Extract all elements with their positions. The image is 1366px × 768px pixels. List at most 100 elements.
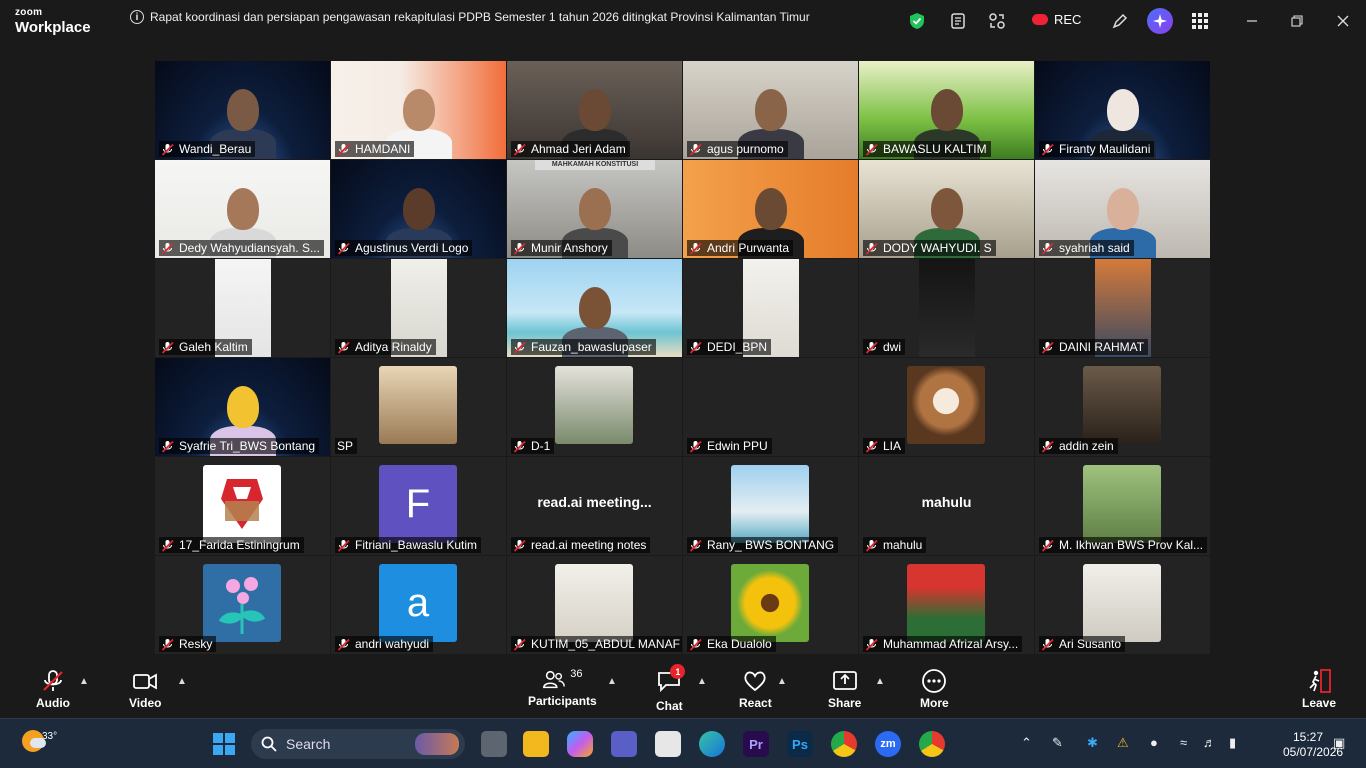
info-icon[interactable]: i <box>130 10 144 24</box>
weather-widget[interactable]: 33° <box>22 730 57 752</box>
participant-tile[interactable]: Wandi_Berau <box>155 61 330 159</box>
chat-options-caret[interactable]: ▲ <box>697 676 707 687</box>
participants-button[interactable]: 36 Participants <box>528 668 597 708</box>
participant-tile[interactable]: Edwin PPU <box>683 358 858 456</box>
minimize-icon[interactable] <box>1241 10 1263 32</box>
chrome-profile-icon[interactable] <box>919 731 945 757</box>
chrome-icon[interactable] <box>831 731 857 757</box>
participant-name: DAINI RAHMAT <box>1059 340 1145 354</box>
video-options-caret[interactable]: ▲ <box>177 676 187 687</box>
participant-tile[interactable]: Andri Purwanta <box>683 160 858 258</box>
participant-tile[interactable]: M. Ikhwan BWS Prov Kal... <box>1035 457 1210 555</box>
participant-tile[interactable]: Syafrie Tri_BWS Bontang <box>155 358 330 456</box>
react-button[interactable]: React <box>739 668 772 710</box>
brand-line2: Workplace <box>15 19 91 36</box>
input-indicator-icon[interactable]: ✎ <box>1052 735 1063 751</box>
ai-companion-icon[interactable] <box>1147 8 1173 34</box>
file-explorer-icon[interactable] <box>523 731 549 757</box>
mic-muted-icon <box>513 341 526 354</box>
participant-tile[interactable]: DODY WAHYUDI. S <box>859 160 1034 258</box>
tray-overflow-chevron-icon[interactable]: ⌃ <box>1021 735 1032 751</box>
meeting-info[interactable]: i Rapat koordinasi dan persiapan pengawa… <box>130 10 810 24</box>
participant-tile[interactable]: Agustinus Verdi Logo <box>331 160 506 258</box>
participant-avatar: F <box>379 465 457 543</box>
participants-options-caret[interactable]: ▲ <box>607 676 617 687</box>
participant-name: 17_Farida Estiningrum <box>179 538 300 552</box>
participant-tile[interactable]: mahulu mahulu <box>859 457 1034 555</box>
chat-button[interactable]: 1 Chat <box>656 664 686 713</box>
participant-tile[interactable]: Eka Dualolo <box>683 556 858 654</box>
leave-button[interactable]: Leave <box>1302 668 1336 710</box>
participant-tile[interactable]: HAMDANI <box>331 61 506 159</box>
participant-tile[interactable]: addin zein <box>1035 358 1210 456</box>
participant-name: andri wahyudi <box>355 637 430 651</box>
participant-tile[interactable]: LIA <box>859 358 1034 456</box>
participant-tile[interactable]: syahriah said <box>1035 160 1210 258</box>
notifications-icon[interactable]: ▣ <box>1333 735 1345 751</box>
photoshop-icon[interactable]: Ps <box>787 731 813 757</box>
participant-tile[interactable]: dwi <box>859 259 1034 357</box>
notes-icon[interactable] <box>947 10 969 32</box>
participant-tile[interactable]: Dedy Wahyudiansyah. S... <box>155 160 330 258</box>
windows-start-icon[interactable] <box>211 731 237 757</box>
participant-tile[interactable]: Ari Susanto <box>1035 556 1210 654</box>
participant-tile[interactable]: Ahmad Jeri Adam <box>507 61 682 159</box>
task-view-icon[interactable] <box>481 731 507 757</box>
participant-tile[interactable]: Rany_ BWS BONTANG <box>683 457 858 555</box>
mic-muted-icon <box>337 539 350 552</box>
apps-grid-icon[interactable] <box>1189 10 1211 32</box>
participant-tile[interactable]: read.ai meeting... read.ai meeting notes <box>507 457 682 555</box>
taskbar-search[interactable]: Search <box>251 729 465 759</box>
recording-indicator[interactable]: REC <box>1032 12 1081 27</box>
restore-icon[interactable] <box>1286 10 1308 32</box>
participant-tile[interactable]: agus purnomo <box>683 61 858 159</box>
more-button[interactable]: More <box>920 668 949 710</box>
participant-tile[interactable]: SP <box>331 358 506 456</box>
participant-tile[interactable]: D-1 <box>507 358 682 456</box>
participant-tile[interactable]: Firanty Maulidani <box>1035 61 1210 159</box>
participant-tile[interactable]: 17_Farida Estiningrum <box>155 457 330 555</box>
participant-tile[interactable]: KUTIM_05_ABDUL MANAF <box>507 556 682 654</box>
participant-tile[interactable]: Galeh Kaltim <box>155 259 330 357</box>
bluetooth-icon[interactable]: ✱ <box>1087 735 1098 751</box>
share-button[interactable]: Share <box>828 668 861 710</box>
clock[interactable]: 15:27 05/07/2026 <box>1283 730 1343 760</box>
security-warning-icon[interactable]: ⚠ <box>1117 735 1129 751</box>
participants-icon <box>543 670 566 689</box>
participant-tile[interactable]: Resky <box>155 556 330 654</box>
participant-tile[interactable]: DAINI RAHMAT <box>1035 259 1210 357</box>
participant-name-label: Edwin PPU <box>687 438 772 454</box>
edge-icon[interactable] <box>699 731 725 757</box>
close-icon[interactable] <box>1332 10 1354 32</box>
apps-switch-icon[interactable] <box>986 10 1008 32</box>
battery-icon[interactable]: ▮ <box>1229 735 1236 751</box>
participant-tile[interactable]: Fauzan_bawaslupaser <box>507 259 682 357</box>
participant-tile[interactable]: DEDI_BPN <box>683 259 858 357</box>
annotate-icon[interactable] <box>1109 10 1131 32</box>
audio-options-caret[interactable]: ▲ <box>79 676 89 687</box>
person-face <box>1107 89 1139 131</box>
participant-tile[interactable]: Aditya Rinaldy <box>331 259 506 357</box>
video-button[interactable]: Video <box>129 668 161 710</box>
participant-tile[interactable]: BAWASLU KALTIM <box>859 61 1034 159</box>
participant-tile[interactable]: a andri wahyudi <box>331 556 506 654</box>
teams-icon[interactable] <box>611 731 637 757</box>
microphone-tray-icon[interactable]: ● <box>1150 735 1158 750</box>
react-options-caret[interactable]: ▲ <box>777 676 787 687</box>
participant-name: HAMDANI <box>355 142 411 156</box>
copilot-icon[interactable] <box>567 731 593 757</box>
shield-icon[interactable] <box>906 10 928 32</box>
participant-name: DEDI_BPN <box>707 340 768 354</box>
wifi-icon[interactable]: ≈ <box>1180 735 1187 750</box>
participant-tile[interactable]: F Fitriani_Bawaslu Kutim <box>331 457 506 555</box>
volume-icon[interactable]: ♬ <box>1203 735 1216 750</box>
zoom-app-icon[interactable]: zm <box>875 731 901 757</box>
participant-avatar <box>1083 366 1161 444</box>
share-options-caret[interactable]: ▲ <box>875 676 885 687</box>
participant-avatar <box>919 259 975 357</box>
store-icon[interactable] <box>655 731 681 757</box>
participant-tile[interactable]: MAHKAMAH KONSTITUSI Munir Anshory <box>507 160 682 258</box>
participant-tile[interactable]: Muhammad Afrizal Arsy... <box>859 556 1034 654</box>
audio-button[interactable]: Audio <box>36 668 70 710</box>
premiere-icon[interactable]: Pr <box>743 731 769 757</box>
